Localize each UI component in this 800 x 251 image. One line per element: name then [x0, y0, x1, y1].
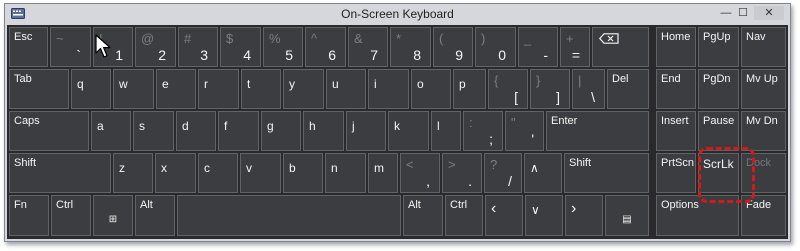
key-ctrl-right[interactable]: Ctrl: [445, 195, 483, 236]
key-mvdn[interactable]: Mv Dn: [741, 111, 786, 151]
key-z[interactable]: z: [113, 153, 153, 193]
key-end[interactable]: End: [656, 69, 696, 109]
key-up-arrow[interactable]: ∧: [524, 153, 562, 193]
key-y[interactable]: y: [283, 69, 324, 109]
key-o[interactable]: o: [411, 69, 451, 109]
key-del[interactable]: Del: [607, 69, 649, 109]
key-pgup[interactable]: PgUp: [698, 27, 739, 67]
key-m[interactable]: m: [368, 153, 398, 193]
up-arrow-icon: ∧: [530, 161, 539, 175]
key-esc[interactable]: Esc: [9, 27, 48, 67]
key-u[interactable]: u: [326, 69, 366, 109]
window-title: On-Screen Keyboard: [341, 7, 454, 21]
key-shift-right[interactable]: Shift: [564, 153, 649, 193]
key-g[interactable]: g: [261, 111, 301, 151]
key-alt-left[interactable]: Alt: [135, 195, 175, 236]
key-e[interactable]: e: [156, 69, 196, 109]
key-enter[interactable]: Enter: [546, 111, 649, 151]
key-5[interactable]: % 5: [263, 27, 303, 67]
key-q[interactable]: q: [71, 69, 111, 109]
windows-logo-icon: ⊞: [108, 214, 118, 225]
keyboard-area: Esc ~ ` ! 1 @2 #3 $4 % 5 ^ 6 & 7 * 8 (9 ) 0 _ - …: [7, 25, 788, 239]
key-d[interactable]: d: [176, 111, 216, 151]
scrlk-highlight-annotation: [698, 147, 755, 203]
key-comma[interactable]: <,: [400, 153, 440, 193]
key-n[interactable]: n: [325, 153, 366, 193]
key-prtscn[interactable]: PrtScn: [656, 153, 696, 193]
key-quote[interactable]: " ': [505, 111, 544, 151]
key-x[interactable]: x: [155, 153, 196, 193]
key-nav[interactable]: Nav: [741, 27, 786, 67]
key-b[interactable]: b: [283, 153, 323, 193]
left-arrow-icon: ‹: [491, 200, 497, 217]
key-r[interactable]: r: [198, 69, 239, 109]
key-shift-left[interactable]: Shift: [9, 153, 111, 193]
maximize-button[interactable]: ☐: [736, 6, 750, 20]
on-screen-keyboard-window: On-Screen Keyboard — ☐ ✕ Esc ~ ` ! 1 @2 #3…: [4, 3, 791, 242]
key-pause[interactable]: Pause: [698, 111, 739, 151]
key-right-arrow[interactable]: ›: [565, 195, 603, 236]
key-a[interactable]: a: [91, 111, 131, 151]
key-2[interactable]: @2: [135, 27, 176, 67]
minimize-button[interactable]: —: [718, 6, 734, 20]
key-t[interactable]: t: [241, 69, 281, 109]
key-semicolon[interactable]: :;: [463, 111, 503, 151]
down-arrow-icon: ∨: [531, 203, 540, 217]
key-backtick[interactable]: ~ `: [50, 27, 91, 67]
key-k[interactable]: k: [388, 111, 429, 151]
key-3[interactable]: #3: [178, 27, 218, 67]
key-s[interactable]: s: [133, 111, 174, 151]
key-fn[interactable]: Fn: [9, 195, 49, 236]
key-right-bracket[interactable]: }]: [530, 69, 570, 109]
key-equals[interactable]: + =: [560, 27, 590, 67]
close-button[interactable]: ✕: [754, 6, 784, 20]
key-backslash[interactable]: | \: [572, 69, 605, 109]
key-space[interactable]: [177, 195, 401, 236]
key-down-arrow[interactable]: ∨: [525, 195, 563, 236]
key-period[interactable]: >.: [442, 153, 482, 193]
key-home[interactable]: Home: [656, 27, 696, 67]
key-8[interactable]: * 8: [390, 27, 431, 67]
key-left-arrow[interactable]: ‹: [485, 195, 523, 236]
key-pgdn[interactable]: PgDn: [698, 69, 739, 109]
key-caps[interactable]: Caps: [9, 111, 89, 151]
key-7[interactable]: & 7: [348, 27, 388, 67]
menu-icon: ▤: [622, 214, 632, 225]
key-6[interactable]: ^ 6: [305, 27, 346, 67]
key-i[interactable]: i: [368, 69, 409, 109]
key-tab[interactable]: Tab: [9, 69, 69, 109]
key-4[interactable]: $4: [220, 27, 261, 67]
mouse-pointer-icon: [95, 34, 111, 58]
key-slash[interactable]: ? /: [484, 153, 522, 193]
key-j[interactable]: j: [346, 111, 386, 151]
key-mvup[interactable]: Mv Up: [741, 69, 786, 109]
key-w[interactable]: w: [113, 69, 154, 109]
key-9[interactable]: (9: [433, 27, 473, 67]
key-menu[interactable]: ▤: [605, 195, 649, 236]
key-c[interactable]: c: [198, 153, 238, 193]
key-backspace[interactable]: [592, 27, 649, 67]
backspace-icon: [599, 33, 619, 44]
key-ctrl-left[interactable]: Ctrl: [51, 195, 91, 236]
key-alt-right[interactable]: Alt: [403, 195, 443, 236]
key-0[interactable]: ) 0: [475, 27, 516, 67]
key-f[interactable]: f: [218, 111, 259, 151]
key-left-bracket[interactable]: {[: [488, 69, 528, 109]
title-bar[interactable]: On-Screen Keyboard — ☐ ✕: [5, 4, 790, 25]
key-l[interactable]: l: [431, 111, 461, 151]
key-insert[interactable]: Insert: [656, 111, 696, 151]
key-v[interactable]: v: [240, 153, 281, 193]
key-minus[interactable]: _ -: [518, 27, 558, 67]
key-p[interactable]: p: [453, 69, 486, 109]
key-h[interactable]: h: [303, 111, 344, 151]
right-arrow-icon: ›: [571, 200, 577, 217]
key-windows[interactable]: ⊞: [93, 195, 133, 236]
